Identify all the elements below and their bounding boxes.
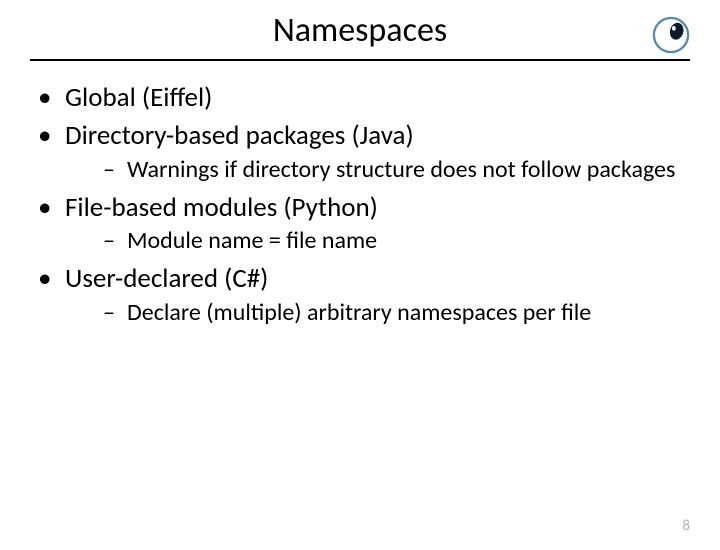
slide-content: Global (Eiffel) Directory-based packages… [0,61,720,328]
bullet-item: Directory-based packages (Java) Warnings… [30,119,690,185]
bullet-text: File-based modules (Python) [65,191,378,224]
bullet-item: Global (Eiffel) [30,81,690,115]
eiffel-logo-icon [652,16,690,54]
sub-list: Warnings if directory structure does not… [65,155,690,185]
bullet-text: User-declared (C#) [65,262,268,295]
bullet-text: Directory-based packages (Java) [65,119,414,152]
sub-item: Warnings if directory structure does not… [65,155,690,185]
bullet-list: Global (Eiffel) Directory-based packages… [30,81,690,328]
sub-text: Module name = file name [127,226,377,255]
sub-list: Module name = file name [65,226,690,256]
page-number: 8 [682,517,690,535]
sub-text: Declare (multiple) arbitrary namespaces … [127,298,591,327]
slide-header: Namespaces [30,10,690,61]
bullet-item: File-based modules (Python) Module name … [30,191,690,257]
bullet-item: User-declared (C#) Declare (multiple) ar… [30,262,690,328]
sub-text: Warnings if directory structure does not… [127,155,675,184]
slide-title: Namespaces [273,10,447,51]
sub-item: Declare (multiple) arbitrary namespaces … [65,298,690,328]
sub-item: Module name = file name [65,226,690,256]
bullet-text: Global (Eiffel) [65,81,212,114]
sub-list: Declare (multiple) arbitrary namespaces … [65,298,690,328]
